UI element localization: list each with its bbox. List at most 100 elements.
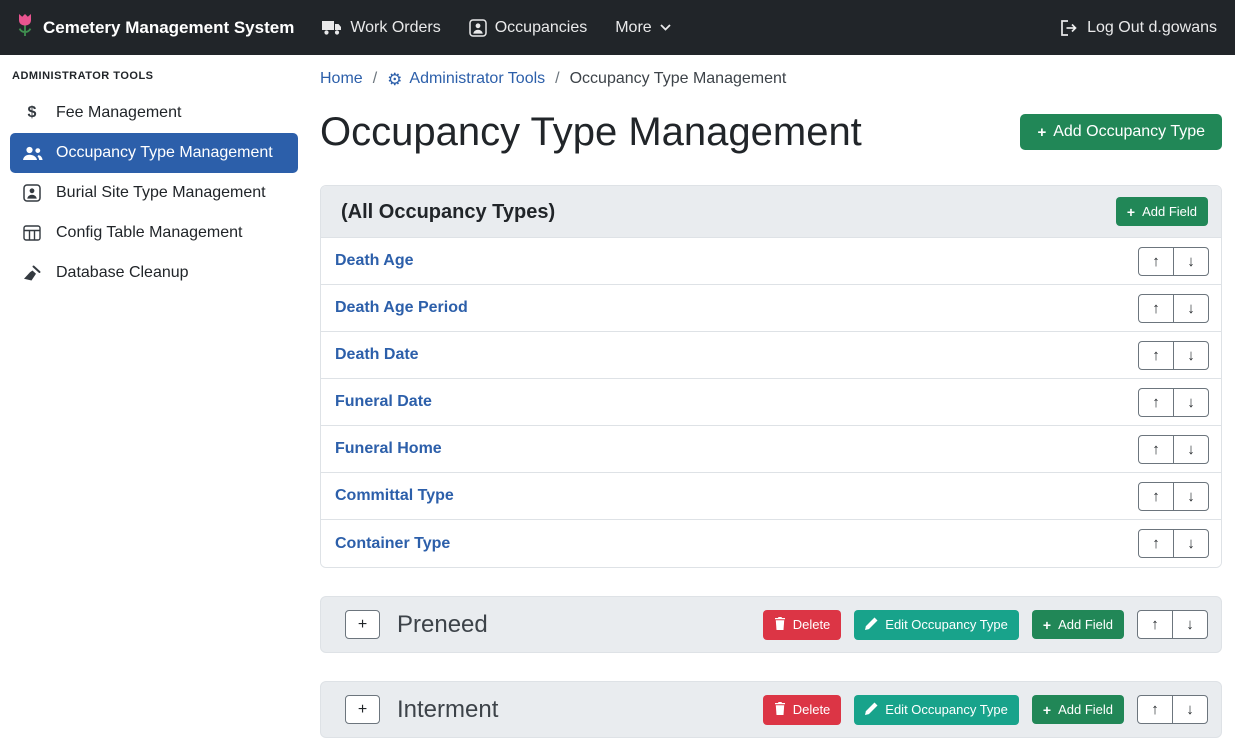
delete-label: Delete: [793, 702, 831, 717]
move-up-button[interactable]: ↑: [1137, 695, 1173, 724]
move-down-button[interactable]: ↓: [1172, 610, 1208, 639]
move-up-button[interactable]: ↑: [1138, 341, 1174, 370]
section-interment: + Interment Delete: [320, 681, 1222, 738]
add-field-button[interactable]: + Add Field: [1116, 197, 1208, 226]
logout-icon: [1060, 20, 1079, 36]
field-row: Committal Type ↑ ↓: [321, 473, 1221, 520]
users-icon: [21, 146, 43, 161]
add-field-button[interactable]: + Add Field: [1032, 610, 1124, 639]
reorder-button-group: ↑ ↓: [1137, 695, 1208, 724]
field-row: Death Age Period ↑ ↓: [321, 285, 1221, 332]
section-title: Interment: [397, 696, 498, 724]
page-title: Occupancy Type Management: [320, 105, 862, 159]
sidebar-item-burial-site-type-management[interactable]: Burial Site Type Management: [10, 173, 298, 213]
move-down-button[interactable]: ↓: [1173, 435, 1209, 464]
pencil-icon: [865, 702, 878, 718]
reorder-button-group: ↑ ↓: [1138, 435, 1209, 464]
trash-icon: [774, 702, 786, 718]
move-down-button[interactable]: ↓: [1173, 294, 1209, 323]
breadcrumb-separator: /: [555, 67, 559, 91]
field-row: Funeral Home ↑ ↓: [321, 426, 1221, 473]
move-up-button[interactable]: ↑: [1138, 435, 1174, 464]
move-up-button[interactable]: ↑: [1137, 610, 1173, 639]
truck-icon: [322, 20, 342, 35]
add-occupancy-type-button[interactable]: + Add Occupancy Type: [1020, 114, 1222, 150]
move-down-button[interactable]: ↓: [1173, 388, 1209, 417]
section-actions: Delete Edit Occupancy Type + Add Field ↑: [763, 610, 1208, 640]
reorder-button-group: ↑ ↓: [1138, 529, 1209, 558]
sidebar-item-label: Occupancy Type Management: [56, 144, 273, 162]
edit-occupancy-type-button[interactable]: Edit Occupancy Type: [854, 610, 1019, 640]
breadcrumb-current: Occupancy Type Management: [570, 67, 787, 91]
dollar-icon: $: [21, 104, 43, 122]
move-up-button[interactable]: ↑: [1138, 247, 1174, 276]
reorder-button-group: ↑ ↓: [1138, 294, 1209, 323]
sidebar-item-label: Fee Management: [56, 104, 181, 122]
move-down-button[interactable]: ↓: [1173, 529, 1209, 558]
brand-link[interactable]: Cemetery Management System: [16, 13, 294, 42]
breadcrumb-admin-tools-link[interactable]: ⚙ Administrator Tools: [387, 67, 545, 91]
delete-button[interactable]: Delete: [763, 695, 842, 725]
move-down-button[interactable]: ↓: [1173, 341, 1209, 370]
plus-icon: +: [1043, 618, 1051, 632]
section-preneed: + Preneed Delete: [320, 596, 1222, 653]
breadcrumb-separator: /: [373, 67, 377, 91]
move-up-button[interactable]: ↑: [1138, 294, 1174, 323]
breadcrumb-home-link[interactable]: Home: [320, 67, 363, 91]
breadcrumb: Home / ⚙ Administrator Tools / Occupancy…: [320, 67, 1222, 91]
move-up-button[interactable]: ↑: [1138, 482, 1174, 511]
sidebar-item-database-cleanup[interactable]: Database Cleanup: [10, 253, 298, 293]
move-down-button[interactable]: ↓: [1173, 482, 1209, 511]
nav-work-orders[interactable]: Work Orders: [308, 19, 454, 37]
expand-button[interactable]: +: [345, 610, 380, 639]
reorder-button-group: ↑ ↓: [1138, 388, 1209, 417]
pencil-icon: [865, 617, 878, 633]
trash-icon: [774, 617, 786, 633]
card-header: (All Occupancy Types) + Add Field: [321, 186, 1221, 238]
broom-icon: [21, 265, 43, 282]
field-name-link[interactable]: Death Age Period: [335, 299, 468, 317]
all-occupancy-types-card: (All Occupancy Types) + Add Field Death …: [320, 185, 1222, 568]
sidebar-item-occupancy-type-management[interactable]: Occupancy Type Management: [10, 133, 298, 173]
edit-occupancy-type-label: Edit Occupancy Type: [885, 702, 1008, 717]
edit-occupancy-type-button[interactable]: Edit Occupancy Type: [854, 695, 1019, 725]
delete-label: Delete: [793, 617, 831, 632]
field-name-link[interactable]: Container Type: [335, 535, 450, 553]
navbar-left: Cemetery Management System Work Orders: [16, 13, 685, 42]
field-name-link[interactable]: Death Date: [335, 346, 419, 364]
add-field-button[interactable]: + Add Field: [1032, 695, 1124, 724]
move-up-button[interactable]: ↑: [1138, 388, 1174, 417]
breadcrumb-admin-tools-label: Administrator Tools: [409, 67, 545, 91]
nav-more-label: More: [615, 19, 651, 37]
reorder-button-group: ↑ ↓: [1138, 341, 1209, 370]
field-row: Container Type ↑ ↓: [321, 520, 1221, 567]
nav-more[interactable]: More: [601, 19, 684, 37]
move-up-button[interactable]: ↑: [1138, 529, 1174, 558]
field-name-link[interactable]: Death Age: [335, 252, 414, 270]
top-navbar: Cemetery Management System Work Orders: [0, 0, 1235, 55]
field-name-link[interactable]: Committal Type: [335, 487, 454, 505]
sidebar-item-fee-management[interactable]: $ Fee Management: [10, 93, 298, 133]
edit-occupancy-type-label: Edit Occupancy Type: [885, 617, 1008, 632]
gear-icon: ⚙: [387, 71, 402, 88]
field-name-link[interactable]: Funeral Date: [335, 393, 432, 411]
field-row: Funeral Date ↑ ↓: [321, 379, 1221, 426]
plus-icon: +: [1127, 205, 1135, 219]
add-field-label: Add Field: [1058, 617, 1113, 632]
section-actions: Delete Edit Occupancy Type + Add Field ↑: [763, 695, 1208, 725]
move-down-button[interactable]: ↓: [1173, 247, 1209, 276]
reorder-button-group: ↑ ↓: [1138, 247, 1209, 276]
section-left: + Interment: [345, 695, 498, 724]
field-row: Death Date ↑ ↓: [321, 332, 1221, 379]
logout-link[interactable]: Log Out d.gowans: [1046, 19, 1219, 37]
nav-occupancies-label: Occupancies: [495, 19, 588, 37]
delete-button[interactable]: Delete: [763, 610, 842, 640]
nav-occupancies[interactable]: Occupancies: [455, 19, 602, 37]
plus-icon: +: [1043, 703, 1051, 717]
add-field-label: Add Field: [1058, 702, 1113, 717]
field-name-link[interactable]: Funeral Home: [335, 440, 442, 458]
move-down-button[interactable]: ↓: [1172, 695, 1208, 724]
brand-title: Cemetery Management System: [43, 18, 294, 38]
expand-button[interactable]: +: [345, 695, 380, 724]
sidebar-item-config-table-management[interactable]: Config Table Management: [10, 213, 298, 253]
